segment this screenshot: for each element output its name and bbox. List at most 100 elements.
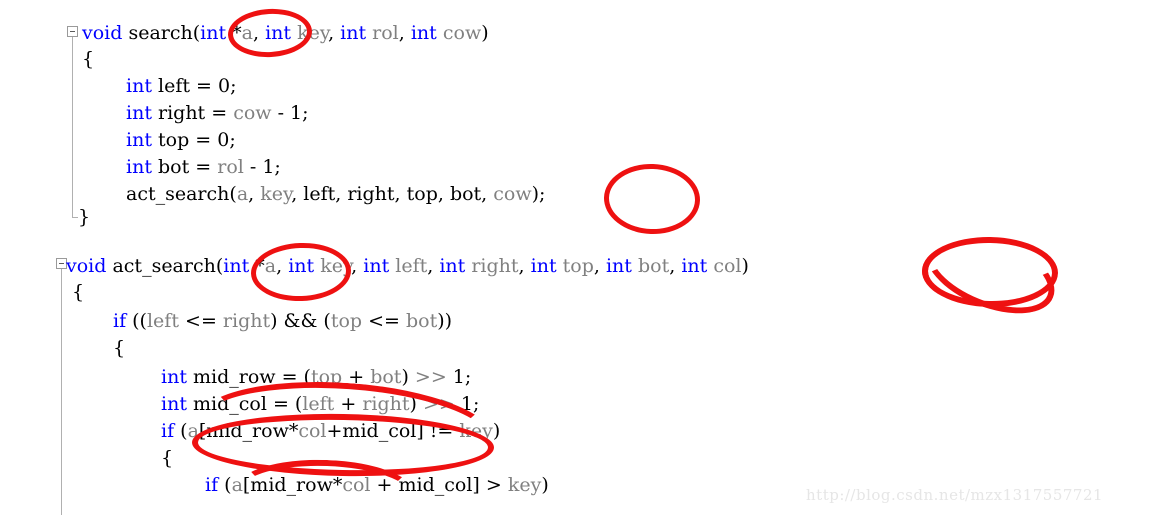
code-token: ) [481, 22, 489, 44]
code-token: , [427, 255, 440, 277]
code-token: void [82, 22, 123, 44]
code-token: col [298, 420, 327, 442]
code-token: left [395, 255, 428, 277]
code-token: bot [370, 366, 402, 388]
code-line[interactable]: act_search(a, key, left, right, top, bot… [126, 183, 545, 205]
code-token: * [226, 22, 242, 44]
code-token: act_search( [126, 183, 237, 205]
code-token: , [253, 22, 266, 44]
code-token: ( [174, 420, 188, 442]
code-line[interactable]: int mid_row = (top + bot) >> 1; [161, 366, 471, 388]
code-token: - 1; [271, 102, 309, 124]
code-token: cow [493, 183, 532, 205]
code-line[interactable]: int left = 0; [126, 75, 236, 97]
code-token: top [330, 310, 363, 332]
code-token: int [530, 255, 557, 277]
watermark-url: http://blog.csdn.net/mzx1317557721 [806, 486, 1104, 504]
code-token: int [126, 102, 152, 124]
code-line[interactable]: int bot = rol - 1; [126, 156, 281, 178]
code-token: , [248, 183, 261, 205]
code-editor-screenshot: void search(int *a, int key, int rol, in… [0, 0, 1156, 515]
code-token: if [113, 310, 127, 332]
code-token: top [310, 366, 343, 388]
code-token: int [439, 255, 466, 277]
code-token: rol [217, 156, 244, 178]
code-token: bot [406, 310, 438, 332]
code-token: int [161, 393, 187, 415]
code-token: left [302, 393, 335, 415]
code-token: , left, right, top, bot, [291, 183, 494, 205]
code-token: int [265, 22, 292, 44]
code-token: , [593, 255, 606, 277]
code-token: mid_row = ( [186, 366, 311, 388]
code-token: if [205, 474, 219, 496]
code-token: , [351, 255, 364, 277]
code-token: int [288, 255, 315, 277]
code-line[interactable]: } [78, 206, 90, 228]
code-token: int [161, 366, 187, 388]
code-line[interactable]: int mid_col = (left + right) >> 1; [161, 393, 479, 415]
code-token: key [459, 420, 493, 442]
code-token: ) [401, 366, 415, 388]
code-token: a [231, 474, 243, 496]
code-token: right [362, 393, 410, 415]
code-token: >> [414, 366, 447, 388]
code-token: bot [637, 255, 670, 277]
code-token: , [276, 255, 289, 277]
code-token: <= [362, 310, 407, 332]
code-token: right [471, 255, 519, 277]
code-token: , [518, 255, 531, 277]
code-token: int [126, 129, 152, 151]
code-line[interactable]: void act_search(int *a, int key, int lef… [66, 255, 749, 277]
code-line[interactable]: { [72, 281, 84, 303]
code-line[interactable]: if (a[mid_row*col+mid_col] != key) [161, 420, 500, 442]
code-token: void [66, 255, 107, 277]
code-line[interactable]: if ((left <= right) && (top <= bot)) [113, 310, 452, 332]
code-token: ) [741, 255, 749, 277]
code-line[interactable]: int right = cow - 1; [126, 102, 309, 124]
code-token: { [82, 48, 95, 70]
code-token: ); [531, 183, 546, 205]
code-token: + [342, 366, 371, 388]
code-token: + [334, 393, 363, 415]
code-token: cow [442, 22, 482, 44]
code-token: { [113, 337, 126, 359]
code-token: int [200, 22, 227, 44]
code-token: +mid_col] != [326, 420, 460, 442]
code-token: )) [437, 310, 453, 332]
code-token: right [222, 310, 271, 332]
code-token: ) && ( [270, 310, 331, 332]
code-text-area[interactable]: void search(int *a, int key, int rol, in… [0, 0, 1156, 515]
code-token: key [320, 255, 352, 277]
code-token: int [223, 255, 250, 277]
code-line[interactable]: { [113, 337, 125, 359]
code-token: [mid_row* [242, 474, 343, 496]
code-token: left [146, 310, 179, 332]
code-token: , [669, 255, 682, 277]
code-token: col [713, 255, 742, 277]
code-token: right = [151, 102, 234, 124]
code-token: , [398, 22, 411, 44]
code-line[interactable]: void search(int *a, int key, int rol, in… [82, 22, 489, 44]
code-token: key [507, 474, 542, 496]
code-token: cow [233, 102, 272, 124]
code-token: if [161, 420, 175, 442]
code-token: search( [122, 22, 201, 44]
code-token: + mid_col] > [370, 474, 508, 496]
code-token: } [78, 206, 91, 228]
code-token: top = 0; [151, 129, 236, 151]
code-line[interactable]: { [82, 48, 94, 70]
code-token: a [236, 183, 249, 205]
code-line[interactable]: int top = 0; [126, 129, 236, 151]
code-token: key [260, 183, 292, 205]
code-token: rol [372, 22, 399, 44]
code-token: bot = [151, 156, 218, 178]
code-token: int [340, 22, 367, 44]
code-token: int [126, 156, 152, 178]
code-line[interactable]: if (a[mid_row*col + mid_col] > key) [205, 474, 549, 496]
code-line[interactable]: { [161, 447, 173, 469]
code-token: 1; [454, 393, 480, 415]
code-token: int [126, 75, 152, 97]
code-token: ( [218, 474, 232, 496]
code-token: , [328, 22, 341, 44]
